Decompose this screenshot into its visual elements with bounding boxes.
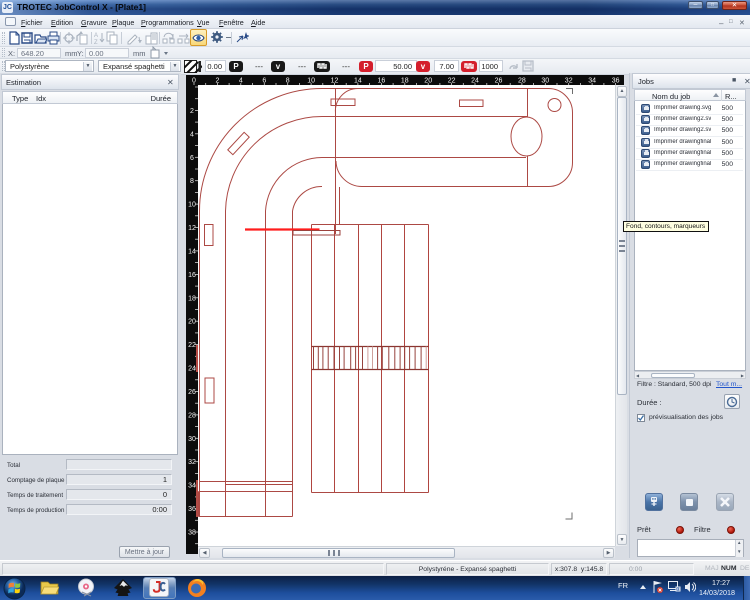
svg-text:10: 10 — [188, 202, 196, 209]
svg-text:36: 36 — [188, 506, 196, 513]
svg-text:20: 20 — [188, 319, 196, 326]
svg-text:14: 14 — [188, 248, 196, 255]
svg-text:16: 16 — [188, 272, 196, 279]
svg-text:26: 26 — [188, 389, 196, 396]
svg-text:2: 2 — [190, 108, 194, 115]
svg-text:12: 12 — [188, 225, 196, 232]
svg-text:38: 38 — [188, 530, 196, 537]
svg-text:32: 32 — [188, 459, 196, 466]
svg-text:4: 4 — [190, 131, 194, 138]
svg-text:Z: Z — [94, 40, 98, 45]
svg-text:A: A — [94, 33, 98, 39]
svg-text:6: 6 — [190, 155, 194, 162]
svg-text:8: 8 — [190, 178, 194, 185]
svg-text:34: 34 — [188, 483, 196, 490]
svg-text:24: 24 — [188, 366, 196, 373]
svg-text:30: 30 — [188, 436, 196, 443]
svg-text:18: 18 — [188, 295, 196, 302]
svg-text:22: 22 — [188, 342, 196, 349]
svg-text:28: 28 — [188, 412, 196, 419]
